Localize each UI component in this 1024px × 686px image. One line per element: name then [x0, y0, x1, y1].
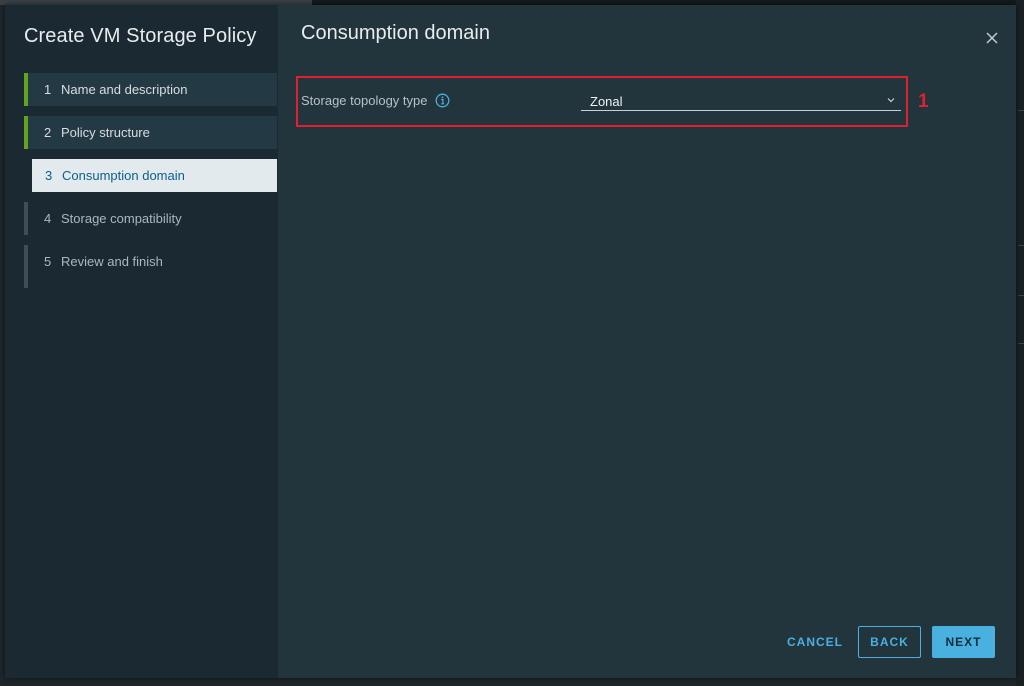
background-tick — [1018, 343, 1024, 344]
step-number: 3 — [45, 168, 53, 183]
info-icon[interactable] — [435, 93, 450, 108]
back-button[interactable]: BACK — [858, 626, 921, 658]
step-name-and-description[interactable]: 1 Name and description — [24, 73, 277, 106]
wizard-steps: 1 Name and description 2 Policy structur… — [24, 73, 277, 288]
storage-topology-label: Storage topology type — [301, 93, 450, 108]
callout-number: 1 — [918, 91, 929, 112]
step-number: 4 — [44, 211, 52, 226]
close-icon[interactable] — [983, 29, 1001, 47]
step-number: 1 — [44, 82, 52, 97]
step-label: Review and finish — [61, 254, 163, 269]
create-vm-storage-policy-dialog: Create VM Storage Policy 1 Name and desc… — [5, 5, 1016, 678]
background-tick — [1018, 245, 1024, 246]
cancel-button[interactable]: CANCEL — [778, 626, 852, 658]
page-title: Consumption domain — [301, 22, 490, 44]
step-label: Policy structure — [61, 125, 150, 140]
step-label: Consumption domain — [62, 168, 185, 183]
dialog-title: Create VM Storage Policy — [24, 25, 257, 47]
step-label: Name and description — [61, 82, 188, 97]
chevron-down-icon — [887, 98, 895, 103]
wizard-sidebar: Create VM Storage Policy 1 Name and desc… — [5, 5, 278, 678]
storage-topology-select[interactable]: Zonal — [581, 91, 901, 111]
step-label: Storage compatibility — [61, 211, 182, 226]
background-tick — [1018, 110, 1024, 111]
step-number: 5 — [44, 254, 52, 269]
background-edge — [1016, 0, 1024, 686]
step-review-and-finish[interactable]: 5 Review and finish — [24, 245, 277, 288]
step-storage-compatibility[interactable]: 4 Storage compatibility — [24, 202, 277, 235]
storage-topology-value: Zonal — [590, 94, 623, 109]
wizard-content: Consumption domain Storage topology type… — [278, 5, 1016, 678]
background-tick — [1018, 295, 1024, 296]
step-policy-structure[interactable]: 2 Policy structure — [24, 116, 277, 149]
step-consumption-domain[interactable]: 3 Consumption domain — [32, 159, 277, 192]
next-button[interactable]: NEXT — [932, 626, 995, 658]
step-number: 2 — [44, 125, 52, 140]
storage-topology-label-text: Storage topology type — [301, 93, 428, 108]
